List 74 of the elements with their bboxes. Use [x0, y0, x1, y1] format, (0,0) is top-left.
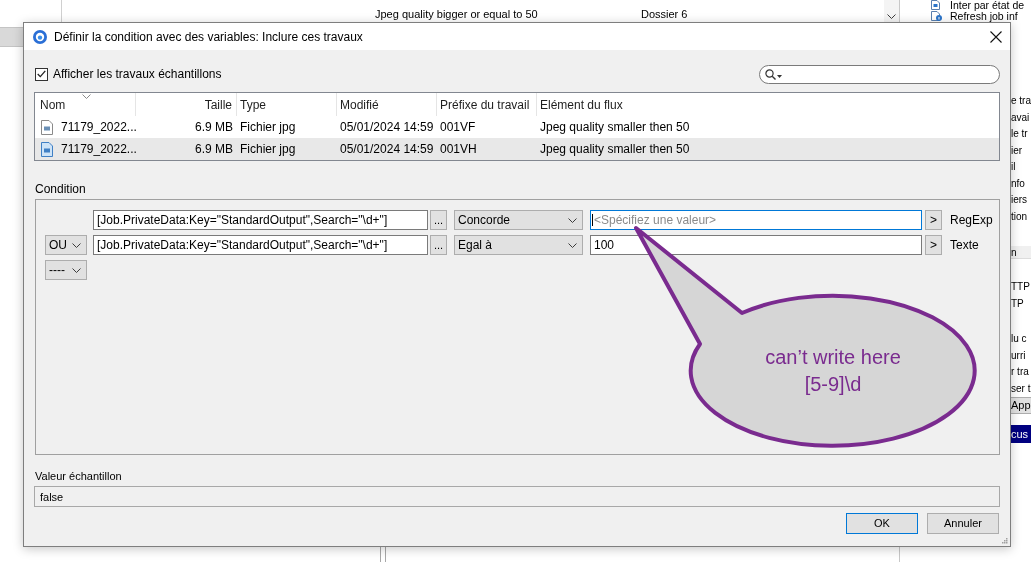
- chevron-down-icon: [887, 14, 896, 19]
- dialog-button[interactable]: OK: [846, 513, 918, 534]
- table-cell-text: Jpeg quality smaller then 50: [540, 141, 690, 158]
- checkbox[interactable]: [35, 67, 48, 81]
- table-cell-text: Fichier jpg: [240, 119, 296, 136]
- variable-field[interactable]: [Job.PrivateData:Key="StandardOutput",Search="\d+"]: [93, 235, 428, 255]
- panel-text: TTP: [1011, 280, 1031, 294]
- field-label: Valeur échantillon: [34, 469, 123, 483]
- panel-text: TP: [1011, 296, 1025, 311]
- column-header[interactable]: Elément du flux: [537, 93, 999, 116]
- panel-text: nfo: [1011, 176, 1026, 191]
- file-name: 71179_2022...: [61, 119, 137, 136]
- value-field[interactable]: <Spécifiez une valeur>: [590, 210, 922, 230]
- file-icon: [41, 141, 53, 157]
- connector-dropdown[interactable]: ----: [45, 260, 87, 280]
- callout-text: can’t write here [5-9]\d: [764, 345, 902, 397]
- list-item[interactable]: cus: [1011, 425, 1031, 443]
- chevron-down-icon: [568, 217, 577, 223]
- window-title: Définir la condition avec des variables: Inclure ces travaux: [54, 28, 363, 46]
- text-cursor-icon: [592, 214, 593, 226]
- search-field[interactable]: [759, 64, 1000, 84]
- checkmark-icon: [37, 70, 46, 78]
- panel-text: r tra: [1011, 365, 1030, 379]
- panel-text: le tr: [1011, 127, 1029, 141]
- sample-value-field[interactable]: false: [34, 486, 1000, 507]
- panel-text: iers: [1011, 193, 1029, 207]
- checkbox-label: Afficher les travaux échantillons: [53, 66, 222, 83]
- resize-grip-icon[interactable]: [1001, 537, 1008, 544]
- operator-dropdown[interactable]: Egal à: [454, 235, 583, 255]
- browse-button[interactable]: ...: [430, 210, 447, 230]
- insert-button[interactable]: >: [925, 235, 942, 255]
- table-cell-text: 001VH: [440, 141, 477, 158]
- browse-button[interactable]: ...: [430, 235, 447, 255]
- panel-text: e tra: [1011, 94, 1031, 108]
- chevron-down-icon: [72, 242, 81, 248]
- row-highlight: [0, 27, 23, 47]
- table-cell: Jpeg quality bigger or equal to 50: [375, 7, 538, 20]
- close-icon: [990, 30, 1002, 43]
- chevron-down-icon: [72, 267, 81, 273]
- app-logo-icon: [33, 29, 47, 44]
- panel-button[interactable]: App: [1011, 397, 1031, 414]
- insert-button[interactable]: >: [925, 210, 942, 230]
- panel-text: il: [1011, 160, 1017, 174]
- panel-text: avai: [1011, 110, 1031, 125]
- section-label: Condition: [34, 182, 87, 196]
- table-cell: Dossier 6: [641, 7, 688, 20]
- operator-dropdown[interactable]: Concorde: [454, 210, 583, 230]
- caret-icon: [777, 75, 782, 78]
- search-icon: [765, 68, 776, 80]
- table-cell-text: 6.9 MB: [195, 141, 233, 158]
- value-field[interactable]: 100: [590, 235, 922, 255]
- table-cell-text: 001VF: [440, 119, 476, 136]
- panel-text: lu c: [1011, 332, 1028, 346]
- table-cell-text: 05/01/2024 14:59: [340, 119, 434, 136]
- panel-text: ser t: [1011, 381, 1031, 396]
- value-type-label: RegExp: [950, 212, 993, 229]
- table-cell-text: 6.9 MB: [195, 119, 233, 136]
- variable-field[interactable]: [Job.PrivateData:Key="StandardOutput",Search="\d+"]: [93, 210, 428, 230]
- value-type-label: Texte: [950, 237, 979, 254]
- table-cell-text: Fichier jpg: [240, 141, 296, 158]
- connector-dropdown[interactable]: OU: [45, 235, 87, 255]
- panel-text: ier: [1011, 143, 1024, 158]
- chevron-down-icon: [568, 242, 577, 248]
- panel-text: urri: [1011, 348, 1027, 363]
- document-info-icon: [930, 10, 942, 21]
- panel-text: tion: [1011, 209, 1029, 224]
- file-name: 71179_2022...: [61, 141, 137, 158]
- file-icon: [41, 119, 53, 135]
- panel-item[interactable]: Inter par état de: [950, 0, 1025, 11]
- column-header: n: [1011, 246, 1031, 259]
- table-cell-text: 05/01/2024 14:59: [340, 141, 434, 158]
- dialog-button[interactable]: Annuler: [927, 513, 999, 534]
- table-cell-text: Jpeg quality smaller then 50: [540, 119, 690, 136]
- table-row[interactable]: 71179_2022... 6.9 MB Fichier jpg 05/01/2024 14:59 001VH Jpeg quality smaller then 50: [35, 138, 999, 160]
